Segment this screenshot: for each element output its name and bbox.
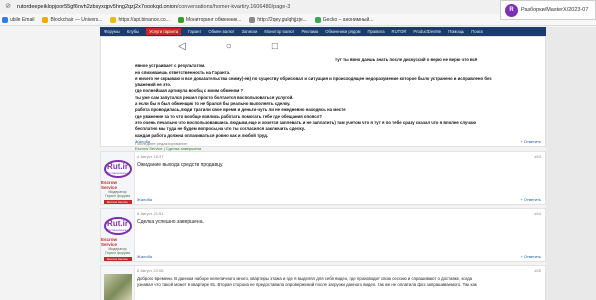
bookmark-monitoring[interactable]: Мониторинг обменник... (177, 16, 242, 23)
post-timestamp[interactable]: 4 Август 16:37 (137, 154, 164, 159)
post-body: Доброго времени. В данном наборе нелепич… (137, 276, 541, 288)
post-author (101, 266, 135, 300)
monitoring-icon (177, 16, 184, 23)
back-icon[interactable]: ◁ (178, 41, 186, 52)
bookmark-label: https://api.binance.co... (118, 16, 170, 23)
nav-item-clubs[interactable]: Клубы (127, 29, 139, 34)
home-icon[interactable]: ○ (226, 41, 232, 52)
report-link[interactable]: Жалоба (137, 254, 152, 259)
nav-item-escrow-services[interactable]: Услуги гаранта (146, 28, 182, 35)
report-link[interactable]: Жалоба (137, 197, 152, 202)
bookmark-binance[interactable]: https://api.binance.co... (110, 16, 170, 23)
url-host: rutordeepeiklopjoor55gf6nvh2zbsyxqpv5hng… (17, 4, 177, 10)
reply-link[interactable]: + Ответить (520, 197, 541, 202)
post-line: узнавал что такой может в квартире 81. В… (137, 282, 477, 287)
reply-link[interactable]: + Ответить (520, 139, 541, 144)
gecko-icon (314, 16, 321, 23)
nav-item-nearby[interactable]: Обменники рядом (325, 29, 360, 34)
nav-item-garant[interactable]: Гарант (188, 29, 201, 34)
page-margin (546, 27, 596, 300)
post-author: Rut.ir Дистанционные Escrow Service Моде… (101, 209, 135, 261)
site-navigation: Форумы Клубы Услуги гаранта Гарант Обмен… (100, 27, 546, 36)
avatar-tagline: Дистанционные (106, 171, 129, 175)
user-banner: Escrow Service (103, 257, 132, 261)
url-path: /conversations/homer-kvartiry.1606480/pa… (176, 4, 291, 10)
bookmark-email[interactable]: ubile Email (2, 16, 35, 23)
nav-item-help[interactable]: Помощь (448, 29, 464, 34)
nav-item-forums[interactable]: Форумы (104, 29, 120, 34)
binance-icon (110, 16, 117, 23)
thread-content: тут ты явно даешь знать после дискуссий … (100, 36, 546, 300)
report-link[interactable]: Жалоба (135, 139, 150, 144)
post-body: Ожидание выхода средств продавцу. (137, 162, 224, 168)
blockchair-icon (42, 16, 49, 23)
post-number[interactable]: #44 (534, 211, 541, 216)
nav-item-search[interactable]: Поиск (471, 29, 483, 34)
post-number[interactable]: #43 (534, 154, 541, 159)
bookmark-gecko[interactable]: Gecko – анонимный... (314, 16, 374, 23)
bookmark-label: Мониторинг обменник... (185, 16, 242, 23)
brand-rut: Rut (107, 219, 121, 228)
post-line: каждая работа должна оплачиваться ровно … (135, 132, 269, 138)
avatar-tagline: Дистанционные (106, 228, 129, 232)
post-author: Rut.ir Дистанционные Escrow Service Моде… (101, 152, 135, 204)
recents-icon[interactable]: □ (272, 41, 278, 52)
notification-title: Разборки/MasterX/2023-07 (521, 7, 589, 13)
reply-link[interactable]: + Ответить (520, 254, 541, 259)
post-message: 8 Август 22:08 #45 Доброго времени. В да… (100, 265, 546, 300)
post-timestamp[interactable]: 8 Август 22:08 (137, 268, 164, 273)
avatar[interactable]: Rut.ir Дистанционные (103, 217, 132, 235)
nav-item-ads[interactable]: Реклама (301, 29, 318, 34)
nav-item-rules[interactable]: Правила (368, 29, 385, 34)
nav-item-notes[interactable]: Записки (242, 29, 258, 34)
brand-ir: .ir (120, 219, 128, 228)
bookmark-label: ubile Email (10, 16, 35, 23)
post-actions: Жалоба + Ответить (137, 254, 541, 259)
nav-item-exchange[interactable]: Обмен валют (208, 29, 234, 34)
post-body: Сделка успешно завершена. (137, 219, 204, 225)
nav-item-monitor[interactable]: Монитор валют (264, 29, 294, 34)
author-role-secondary: Гарант форума (105, 194, 130, 198)
brand-rut: Rut (107, 162, 121, 171)
bookmark-blockchair[interactable]: Blockchair — Univers... (42, 16, 103, 23)
lock-icon[interactable]: ⊘ (3, 2, 13, 12)
post-line: я ничего не скрываю и все доказательства… (135, 75, 492, 81)
post-actions: Жалоба + Ответить (137, 197, 541, 202)
navigation-overlay: ◁ ○ □ (158, 38, 298, 55)
app-logo-icon: R (505, 3, 518, 17)
avatar-brand: Rut.ir (107, 163, 128, 171)
post-message: Rut.ir Дистанционные Escrow Service Моде… (100, 151, 546, 205)
bookmark-email-icon (2, 16, 8, 23)
author-role-secondary: Гарант форума (105, 251, 130, 255)
bookmark-label: Blockchair — Univers... (50, 16, 103, 23)
bookmark-label: Gecko – анонимный... (322, 16, 374, 23)
bookmark-label: http://2qey.gulqhjjzje... (257, 16, 307, 23)
page-icon (249, 16, 256, 23)
author-name[interactable]: Escrow Service (101, 180, 134, 190)
post-number[interactable]: #45 (534, 268, 541, 273)
nav-item-rutor[interactable]: RUTOR (392, 29, 407, 34)
nav-item-productdevme[interactable]: ProductDevMe (413, 29, 441, 34)
avatar-brand: Rut.ir (107, 220, 128, 228)
post-actions: Жалоба + Ответить (135, 139, 541, 144)
user-banner: Escrow Service (103, 200, 132, 204)
author-name[interactable]: Escrow Service (101, 237, 134, 247)
avatar[interactable]: Rut.ir Дистанционные (103, 160, 132, 178)
bookmark-http[interactable]: http://2qey.gulqhjjzje... (249, 16, 307, 23)
media-notification[interactable]: R Разборки/MasterX/2023-07 (500, 0, 596, 20)
post-message: Rut.ir Дистанционные Escrow Service Моде… (100, 208, 546, 262)
brand-ir: .ir (120, 162, 128, 171)
avatar[interactable] (103, 274, 132, 300)
post-timestamp[interactable]: 8 Август 21:51 (137, 211, 164, 216)
